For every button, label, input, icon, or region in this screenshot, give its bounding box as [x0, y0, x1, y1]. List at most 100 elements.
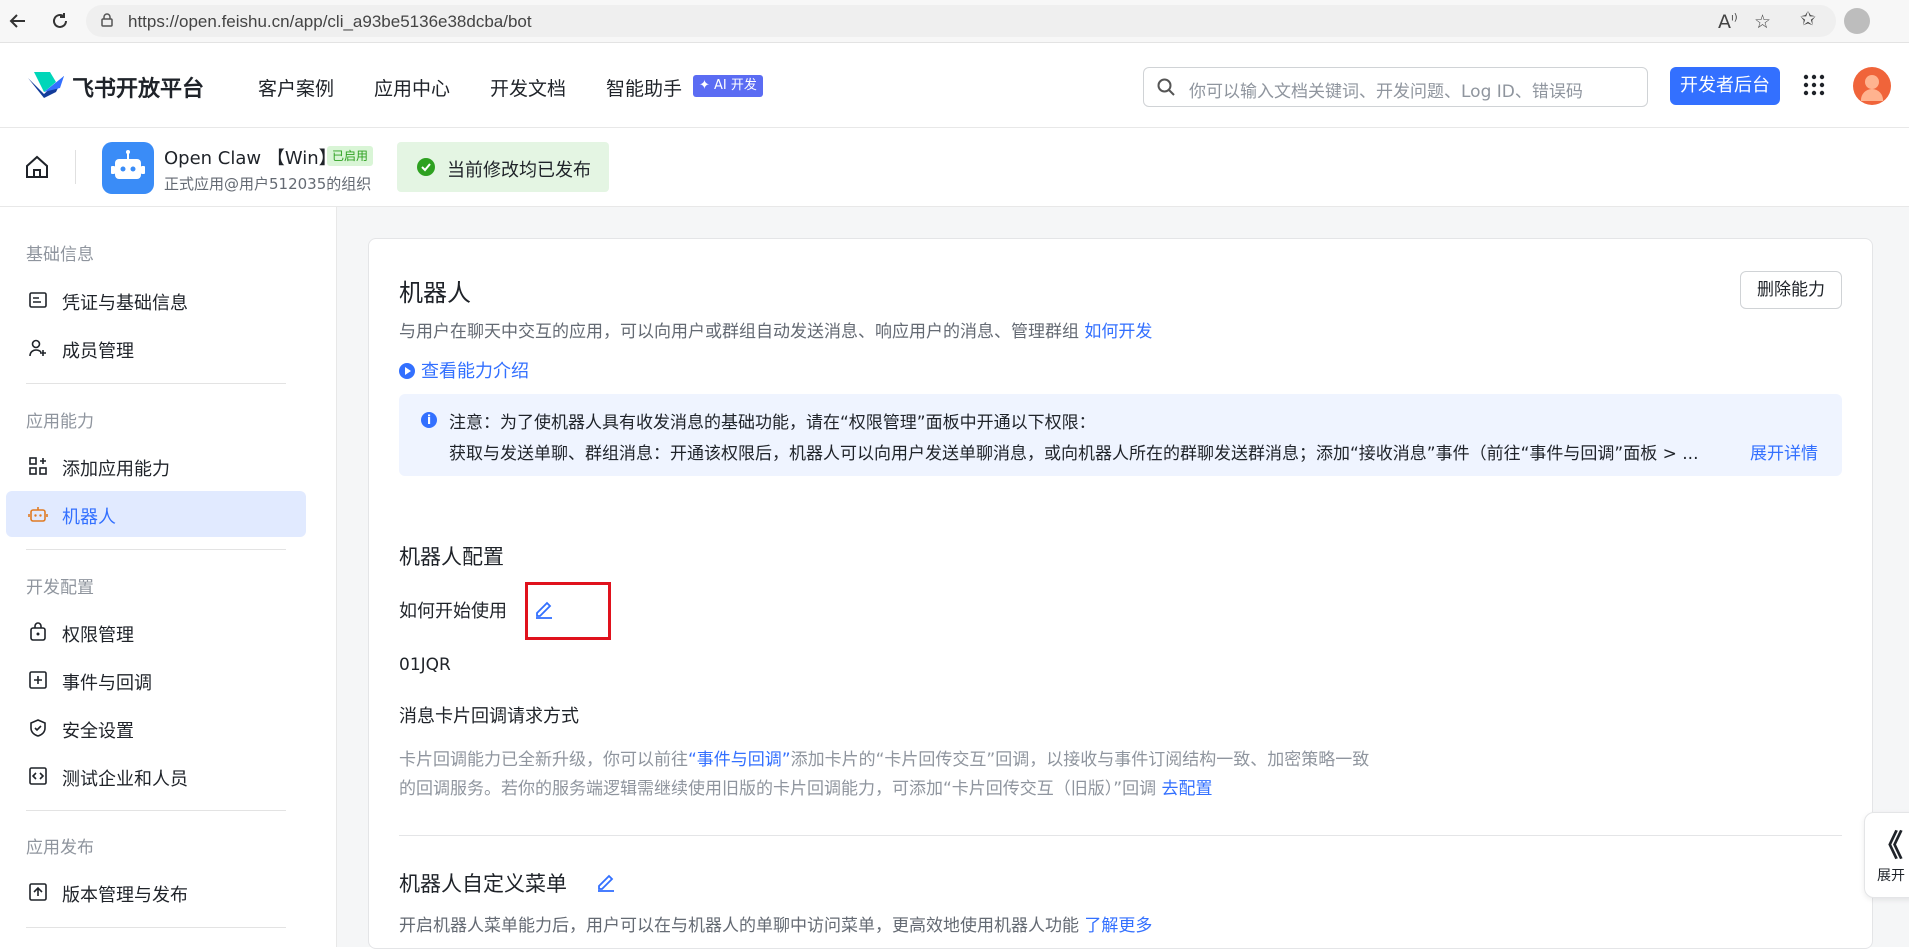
browser-toolbar: https://open.feishu.cn/app/cli_a93be5136…	[0, 0, 1909, 43]
address-bar[interactable]: https://open.feishu.cn/app/cli_a93be5136…	[86, 5, 1836, 37]
check-circle-icon	[417, 158, 435, 176]
app-header: Open Claw 【Win】 已启用 正式应用@用户512035的组织 当前修…	[0, 128, 1909, 207]
sidebar-divider	[26, 810, 286, 811]
nav-customer-cases[interactable]: 客户案例	[258, 74, 334, 101]
sidebar-item-label: 成员管理	[62, 341, 134, 362]
app-name: Open Claw 【Win】	[164, 148, 337, 169]
sidebar-item-robot[interactable]: 机器人	[6, 491, 306, 537]
how-to-start-label: 如何开始使用	[399, 601, 507, 622]
nav-smart-assistant[interactable]: 智能助手	[606, 74, 682, 101]
sidebar-item-members[interactable]: 成员管理	[6, 325, 306, 371]
learn-more-link[interactable]: 了解更多	[1084, 916, 1152, 936]
sidebar-section-capabilities: 应用能力	[26, 412, 94, 432]
sidebar-item-label: 版本管理与发布	[62, 885, 188, 906]
sidebar-item-label: 事件与回调	[62, 673, 152, 694]
robot-capability-card: 机器人 删除能力 与用户在聊天中交互的应用，可以向用户或群组自动发送消息、响应用…	[368, 238, 1873, 949]
lock-bag-icon	[30, 622, 46, 641]
page-title: 机器人	[399, 279, 471, 307]
browser-profile-icon[interactable]	[1844, 8, 1870, 34]
card-callback-desc-1: 卡片回调能力已全新升级，你可以前往“事件与回调”添加卡片的“卡片回传交互”回调，…	[399, 745, 1369, 770]
user-avatar[interactable]	[1853, 67, 1891, 105]
developer-console-button[interactable]: 开发者后台	[1670, 67, 1780, 105]
member-add-icon	[29, 339, 46, 357]
card-divider	[399, 835, 1842, 836]
expand-panel-tab[interactable]: 《 展开	[1864, 812, 1909, 898]
sidebar-item-add-capability[interactable]: 添加应用能力	[6, 443, 306, 489]
how-to-develop-link[interactable]: 如何开发	[1084, 322, 1152, 342]
favorite-star-icon[interactable]: ☆	[1754, 11, 1771, 33]
notice-line-2: 获取与发送单聊、群组消息：开通该权限后，机器人可以向用户发送单聊消息，或向机器人…	[449, 444, 1699, 464]
robot-icon	[28, 507, 48, 522]
home-icon[interactable]	[24, 154, 50, 180]
nav-dev-docs[interactable]: 开发文档	[490, 74, 566, 101]
feishu-logo-icon[interactable]	[26, 70, 66, 100]
callback-text-a: 卡片回调能力已全新升级，你可以前往	[399, 750, 688, 770]
ai-dev-badge[interactable]: ✦ AI 开发	[693, 75, 763, 97]
back-arrow-icon[interactable]	[4, 7, 32, 35]
sidebar-item-test-users[interactable]: 测试企业和人员	[6, 753, 306, 799]
shield-icon	[30, 719, 46, 737]
reload-icon[interactable]	[46, 7, 74, 35]
lock-icon	[101, 13, 113, 27]
apps-grid-icon[interactable]	[1803, 74, 1825, 96]
robot-description: 与用户在聊天中交互的应用，可以向用户或群组自动发送消息、响应用户的消息、管理群组…	[399, 317, 1152, 342]
sidebar-item-label: 安全设置	[62, 721, 134, 742]
sidebar-section-dev-config: 开发配置	[26, 578, 94, 598]
search-icon	[1157, 78, 1175, 96]
sidebar-item-label: 添加应用能力	[62, 459, 170, 480]
sidebar-item-label: 权限管理	[62, 625, 134, 646]
robot-config-heading: 机器人配置	[399, 545, 504, 569]
test-code-icon	[29, 767, 47, 785]
sidebar-item-events[interactable]: 事件与回调	[6, 657, 306, 703]
credential-icon	[29, 292, 47, 308]
play-circle-icon	[399, 363, 415, 379]
menu-desc-text: 开启机器人菜单能力后，用户可以在与机器人的单聊中访问菜单，更高效地使用机器人功能	[399, 916, 1079, 936]
sidebar-item-label: 测试企业和人员	[62, 769, 188, 790]
publish-status-banner: 当前修改均已发布	[397, 142, 609, 192]
platform-logo-text[interactable]: 飞书开放平台	[72, 71, 204, 103]
double-chevron-left-icon: 《	[1873, 829, 1903, 864]
intro-link-text: 查看能力介绍	[421, 361, 529, 382]
read-aloud-icon[interactable]: Aı)	[1718, 11, 1738, 33]
sidebar-divider	[26, 549, 286, 550]
custom-menu-desc: 开启机器人菜单能力后，用户可以在与机器人的单聊中访问菜单，更高效地使用机器人功能…	[399, 911, 1152, 936]
sidebar-item-label: 凭证与基础信息	[62, 293, 188, 314]
delete-capability-button[interactable]: 删除能力	[1740, 271, 1842, 309]
sidebar-section-release: 应用发布	[26, 838, 94, 858]
favorites-icon[interactable]: ✩	[1800, 8, 1816, 30]
sidebar-item-credentials[interactable]: 凭证与基础信息	[6, 277, 306, 323]
highlight-box	[525, 582, 611, 640]
expand-label: 展开	[1877, 868, 1905, 884]
how-to-start-value: 01JQR	[399, 655, 451, 675]
edit-pencil-icon[interactable]	[595, 870, 617, 892]
callback-text-b: 添加卡片的“卡片回传交互”回调，以接收与事件订阅结构一致、加密策略一致	[790, 750, 1370, 770]
callback-text-c: 的回调服务。若你的服务端逻辑需继续使用旧版的卡片回调能力，可添加“卡片回传交互（…	[399, 779, 1157, 799]
sidebar-item-versions[interactable]: 版本管理与发布	[6, 869, 306, 915]
status-badge: 已启用	[327, 146, 374, 166]
sidebar: 基础信息 凭证与基础信息 成员管理 应用能力 添加应用能力 机器人 开发配置 权…	[0, 207, 337, 947]
search-placeholder: 你可以输入文档关键词、开发问题、Log ID、错误码	[1189, 82, 1583, 102]
app-robot-icon	[102, 142, 154, 194]
card-callback-label: 消息卡片回调请求方式	[399, 706, 579, 727]
add-grid-icon	[29, 457, 47, 475]
card-callback-desc-2: 的回调服务。若你的服务端逻辑需继续使用旧版的卡片回调能力，可添加“卡片回传交互（…	[399, 774, 1213, 799]
view-intro-link[interactable]: 查看能力介绍	[399, 357, 529, 383]
sidebar-divider	[26, 383, 286, 384]
sidebar-item-security[interactable]: 安全设置	[6, 705, 306, 751]
publish-status-text: 当前修改均已发布	[447, 160, 591, 181]
sidebar-item-label: 机器人	[62, 507, 116, 528]
nav-app-center[interactable]: 应用中心	[374, 74, 450, 101]
sidebar-section-basic: 基础信息	[26, 245, 94, 265]
info-icon: i	[421, 412, 437, 428]
description-text: 与用户在聊天中交互的应用，可以向用户或群组自动发送消息、响应用户的消息、管理群组	[399, 322, 1079, 342]
upload-icon	[29, 883, 47, 901]
sidebar-divider	[26, 927, 286, 928]
sidebar-item-permissions[interactable]: 权限管理	[6, 609, 306, 655]
expand-details-link[interactable]: 展开详情	[1750, 439, 1818, 464]
search-input[interactable]: 你可以输入文档关键词、开发问题、Log ID、错误码	[1143, 67, 1648, 107]
header-divider	[75, 150, 76, 184]
event-icon	[29, 671, 47, 689]
go-configure-link[interactable]: 去配置	[1162, 779, 1213, 799]
top-navigation: 飞书开放平台 客户案例 应用中心 开发文档 智能助手 ✦ AI 开发 你可以输入…	[0, 43, 1909, 128]
events-callback-link[interactable]: “事件与回调”	[688, 750, 791, 770]
